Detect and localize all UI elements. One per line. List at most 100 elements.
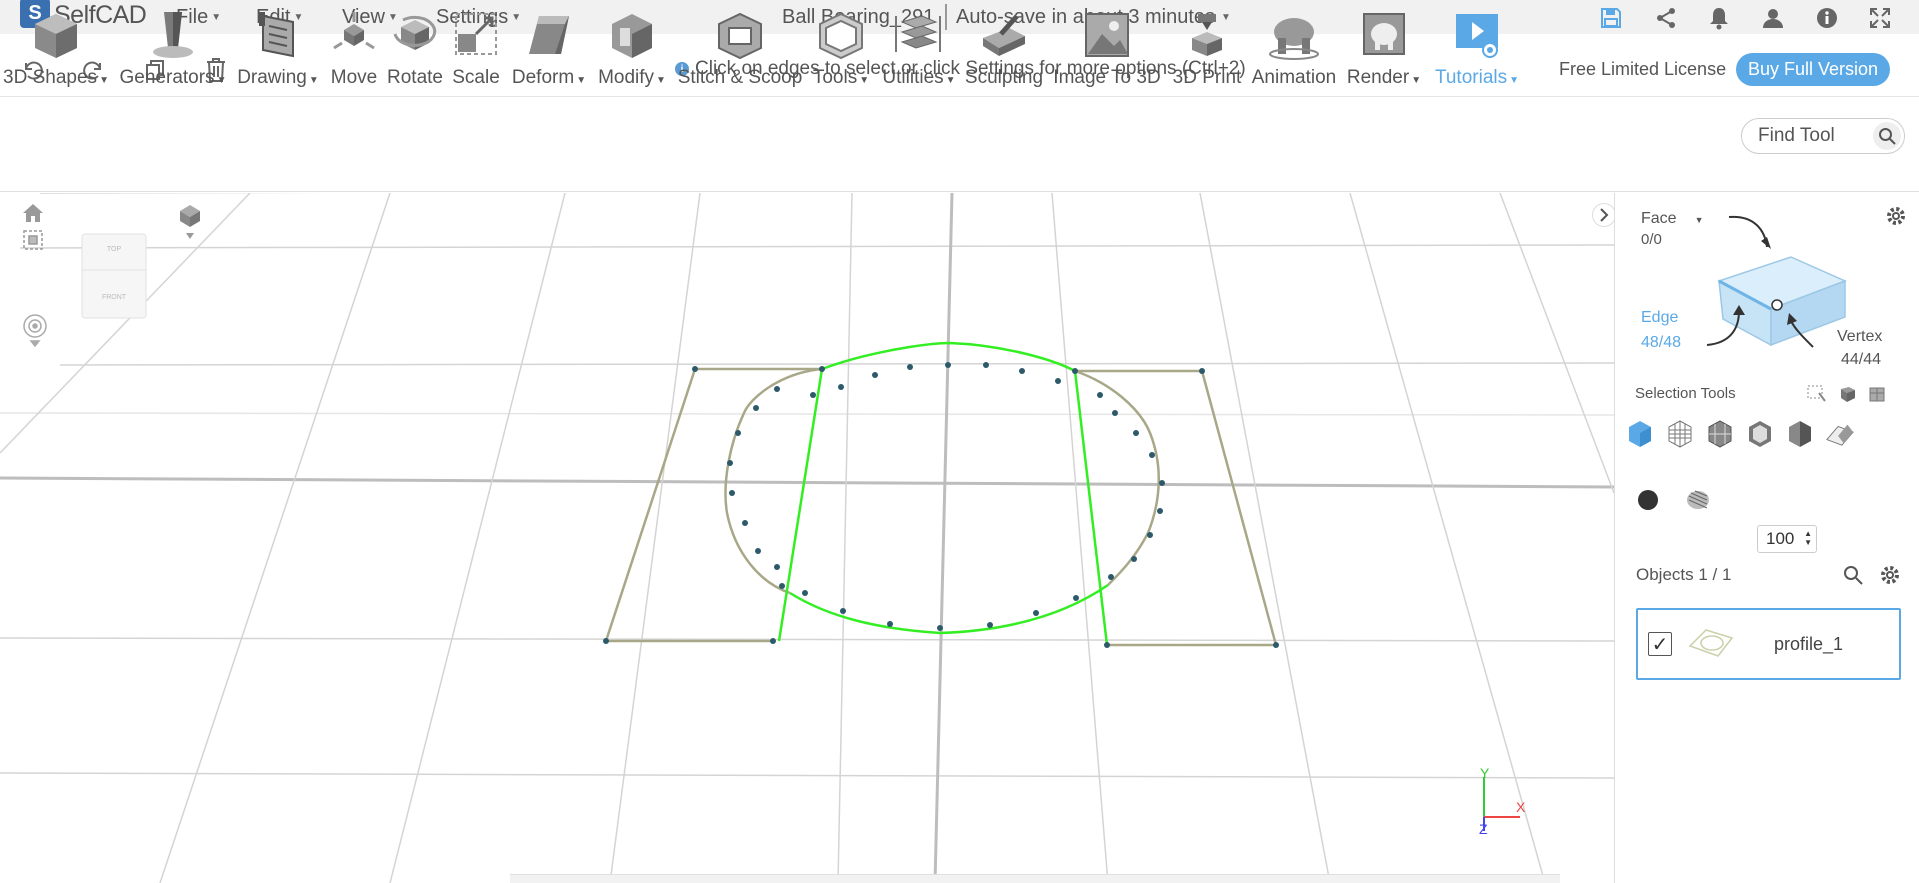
sculpting-icon <box>979 8 1029 62</box>
chevron-down-icon: ▼ <box>859 75 870 86</box>
vertex-count: 44/44 <box>1841 351 1882 368</box>
object-name: profile_1 <box>1774 633 1844 654</box>
grid-select-icon[interactable] <box>1705 418 1735 448</box>
tool-tools[interactable]: Tools ▼ <box>808 0 874 96</box>
scale-icon <box>452 8 500 62</box>
tutorials-icon <box>1452 8 1502 62</box>
tool-render[interactable]: Render ▼ <box>1345 0 1423 96</box>
home-icon[interactable] <box>22 203 44 228</box>
move-icon <box>330 8 378 62</box>
chevron-down-icon: ▼ <box>945 75 956 86</box>
3d-viewport[interactable]: TOP FRONT Y X Z <box>0 193 1614 883</box>
navcube-top-label: TOP <box>106 246 122 253</box>
plane-select-icon[interactable] <box>1825 418 1855 448</box>
navcube-front-label: FRONT <box>101 294 127 301</box>
animation-icon <box>1268 8 1320 62</box>
selection-mode-label: Face <box>1641 210 1677 227</box>
navigation-cube[interactable]: TOP FRONT <box>80 232 148 322</box>
selection-mode-dropdown[interactable]: Face ▼ <box>1641 210 1704 228</box>
tool-label: Animation <box>1251 67 1337 88</box>
chevron-down-icon: ▼ <box>1411 75 1422 86</box>
tool-tutorials[interactable]: Tutorials ▼ <box>1428 0 1526 96</box>
orbit-icon[interactable] <box>22 313 48 352</box>
solid-color-icon[interactable] <box>1633 485 1663 515</box>
view-box-icon[interactable] <box>22 229 44 256</box>
search-icon[interactable] <box>1843 565 1863 590</box>
tool-label: Modify <box>598 67 655 88</box>
tool-3d-shapes[interactable]: 3D Shapes ▼ <box>3 0 109 96</box>
object-row-profile-1[interactable]: ✓ profile_1 <box>1636 608 1901 680</box>
select-cube-icon[interactable] <box>1837 385 1857 408</box>
scene-canvas[interactable] <box>0 193 1614 883</box>
tool-utilities[interactable]: Utilities ▼ <box>876 0 962 96</box>
rotate-icon <box>391 8 439 62</box>
select-cursor-icon[interactable] <box>1807 385 1827 408</box>
tool-label: Image To 3D <box>1053 67 1161 88</box>
object-visibility-checkbox[interactable]: ✓ <box>1648 632 1672 656</box>
edge-count: 48/48 <box>1641 334 1682 351</box>
find-tool-input[interactable]: Find Tool <box>1741 118 1905 154</box>
chevron-down-icon: ▼ <box>99 75 109 86</box>
axis-y-label: Y <box>1480 765 1490 781</box>
gear-icon[interactable] <box>1879 564 1901 591</box>
info-icon[interactable] <box>1814 5 1840 31</box>
opacity-value: 100 <box>1766 529 1795 548</box>
chevron-down-icon: ▼ <box>308 75 319 86</box>
tool-animation[interactable]: Animation <box>1247 0 1341 96</box>
edge-label[interactable]: Edge <box>1641 309 1678 327</box>
object-thumbnail <box>1684 626 1738 665</box>
save-icon[interactable] <box>1598 5 1624 31</box>
selection-tools-label: Selection Tools <box>1635 385 1736 402</box>
fullscreen-icon[interactable] <box>1867 5 1893 31</box>
buy-full-version-button[interactable]: Buy Full Version <box>1736 53 1890 86</box>
search-icon[interactable] <box>1873 122 1901 150</box>
user-icon[interactable] <box>1760 5 1786 31</box>
solid-select-icon[interactable] <box>1625 418 1655 448</box>
tool-3d-print[interactable]: 3D Print <box>1168 0 1246 96</box>
wire-select-icon[interactable] <box>1665 418 1695 448</box>
half-select-icon[interactable] <box>1785 418 1815 448</box>
cube-icon <box>31 8 81 62</box>
generators-icon <box>150 8 196 62</box>
tool-label: Tutorials <box>1434 67 1508 88</box>
face-count: 0/0 <box>1641 231 1662 248</box>
bell-icon[interactable] <box>1706 5 1732 31</box>
tool-label: Rotate <box>387 67 443 88</box>
collapse-panel-button[interactable] <box>1592 203 1614 227</box>
tool-label: Scale <box>452 67 500 88</box>
tools-icon <box>816 8 866 62</box>
stitch-scoop-icon <box>715 8 765 62</box>
tool-move[interactable]: Move <box>326 0 382 96</box>
perspective-icon[interactable] <box>176 201 204 246</box>
texture-icon[interactable] <box>1683 485 1713 515</box>
stepper-arrows-icon[interactable]: ▲ ▼ <box>1804 529 1812 547</box>
tool-drawing[interactable]: Drawing ▼ <box>236 0 320 96</box>
tool-scale[interactable]: Scale <box>447 0 505 96</box>
chevron-down-icon: ▼ <box>576 75 587 86</box>
tool-label: Drawing <box>237 67 307 88</box>
tool-image-to-3d[interactable]: Image To 3D <box>1050 0 1164 96</box>
tool-sculpting[interactable]: Sculpting <box>963 0 1045 96</box>
tool-label: Utilities <box>882 67 944 88</box>
tool-label: 3D Shapes <box>3 67 98 88</box>
tool-modify[interactable]: Modify ▼ <box>595 0 669 96</box>
share-icon[interactable] <box>1653 5 1679 31</box>
modify-icon <box>608 8 656 62</box>
image-to-3d-icon <box>1082 8 1132 62</box>
tool-generators[interactable]: Generators ▼ <box>116 0 230 96</box>
opacity-stepper[interactable]: 100 ▲ ▼ <box>1757 525 1817 553</box>
deform-icon <box>525 8 573 62</box>
license-label: Free Limited License <box>1559 58 1727 79</box>
find-tool-placeholder: Find Tool <box>1758 125 1835 146</box>
tool-label: Deform <box>511 67 575 88</box>
axis-z-label: Z <box>1479 821 1488 837</box>
chevron-down-icon: ▼ <box>216 75 227 86</box>
tool-stitch-scoop[interactable]: Stitch & Scoop <box>674 0 806 96</box>
hollow-select-icon[interactable] <box>1745 418 1775 448</box>
tool-label: 3D Print <box>1172 67 1242 88</box>
tool-deform[interactable]: Deform ▼ <box>507 0 591 96</box>
tool-rotate[interactable]: Rotate <box>384 0 446 96</box>
tool-label: Tools <box>812 67 858 88</box>
select-box-icon[interactable] <box>1867 385 1887 408</box>
vertex-label[interactable]: Vertex <box>1837 328 1882 346</box>
